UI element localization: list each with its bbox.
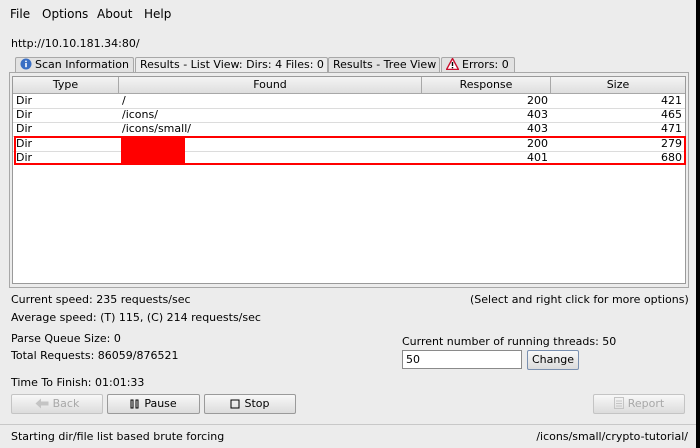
tab-label: Results - Tree View: [333, 58, 437, 71]
target-url: http://10.10.181.34:80/: [11, 37, 140, 50]
cell-size: 471: [661, 122, 682, 135]
column-header-found[interactable]: Found: [119, 77, 422, 94]
report-label: Report: [627, 397, 665, 410]
column-header-type[interactable]: Type: [13, 77, 119, 94]
report-icon: [613, 397, 624, 415]
parse-queue-size: Parse Queue Size: 0: [11, 332, 121, 345]
pause-label: Pause: [144, 397, 177, 410]
stop-button[interactable]: Stop: [204, 394, 296, 414]
results-panel: Type Found Response Size Dir / 200 421 D…: [9, 72, 689, 288]
pause-icon: [130, 397, 140, 415]
tab-label: Errors: 0: [462, 58, 509, 71]
report-button[interactable]: Report: [593, 394, 685, 414]
tab-scan-information[interactable]: Scan Information: [15, 57, 134, 73]
cell-size: 421: [661, 94, 682, 107]
cell-response: 403: [527, 108, 548, 121]
tab-list-view[interactable]: Results - List View: Dirs: 4 Files: 0: [135, 57, 328, 73]
tab-label: Results - List View: Dirs: 4 Files: 0: [140, 58, 324, 71]
menu-file[interactable]: File: [10, 7, 30, 21]
back-label: Back: [52, 397, 80, 410]
tab-tree-view[interactable]: Results - Tree View: [328, 57, 440, 73]
results-table[interactable]: Type Found Response Size Dir / 200 421 D…: [12, 76, 686, 284]
back-button[interactable]: Back: [11, 394, 103, 414]
cell-response: 200: [527, 94, 548, 107]
total-requests: Total Requests: 86059/876521: [11, 349, 179, 362]
table-row[interactable]: Dir /icons/small/ 403 471: [13, 122, 685, 136]
table-row[interactable]: Dir /icons/ 403 465: [13, 108, 685, 122]
pause-button[interactable]: Pause: [107, 394, 200, 414]
time-to-finish: Time To Finish: 01:01:33: [11, 376, 145, 389]
cell-type: Dir: [16, 94, 33, 107]
table-row[interactable]: Dir / 200 421: [13, 94, 685, 108]
dirbuster-window: File Options About Help http://10.10.181…: [0, 0, 696, 448]
cell-response: 403: [527, 122, 548, 135]
stop-icon: [230, 397, 240, 415]
menu-bar: File Options About Help: [0, 0, 696, 28]
cell-found: /icons/small/: [122, 122, 191, 135]
current-path: /icons/small/crypto-tutorial/: [536, 430, 688, 443]
column-header-size[interactable]: Size: [551, 77, 685, 94]
status-message: Starting dir/file list based brute forci…: [11, 430, 225, 443]
cell-type: Dir: [16, 108, 33, 121]
change-button[interactable]: Change: [527, 350, 579, 370]
statusbar-divider: [0, 424, 696, 425]
threads-label: Current number of running threads: 50: [402, 335, 617, 348]
menu-help[interactable]: Help: [144, 7, 171, 21]
menu-about[interactable]: About: [97, 7, 132, 21]
context-hint: (Select and right click for more options…: [470, 293, 689, 306]
tab-errors[interactable]: Errors: 0: [441, 57, 515, 73]
tab-label: Scan Information: [35, 58, 129, 71]
average-speed: Average speed: (T) 115, (C) 214 requests…: [11, 311, 261, 324]
cell-found: /: [122, 94, 126, 107]
current-speed: Current speed: 235 requests/sec: [11, 293, 191, 306]
back-arrow-icon: [35, 397, 49, 415]
cell-size: 465: [661, 108, 682, 121]
cell-type: Dir: [16, 122, 33, 135]
column-header-response[interactable]: Response: [422, 77, 551, 94]
stop-label: Stop: [244, 397, 270, 410]
cell-found: /icons/: [122, 108, 158, 121]
highlight-box: [14, 136, 686, 165]
threads-input[interactable]: [402, 350, 522, 369]
menu-options[interactable]: Options: [42, 7, 88, 21]
